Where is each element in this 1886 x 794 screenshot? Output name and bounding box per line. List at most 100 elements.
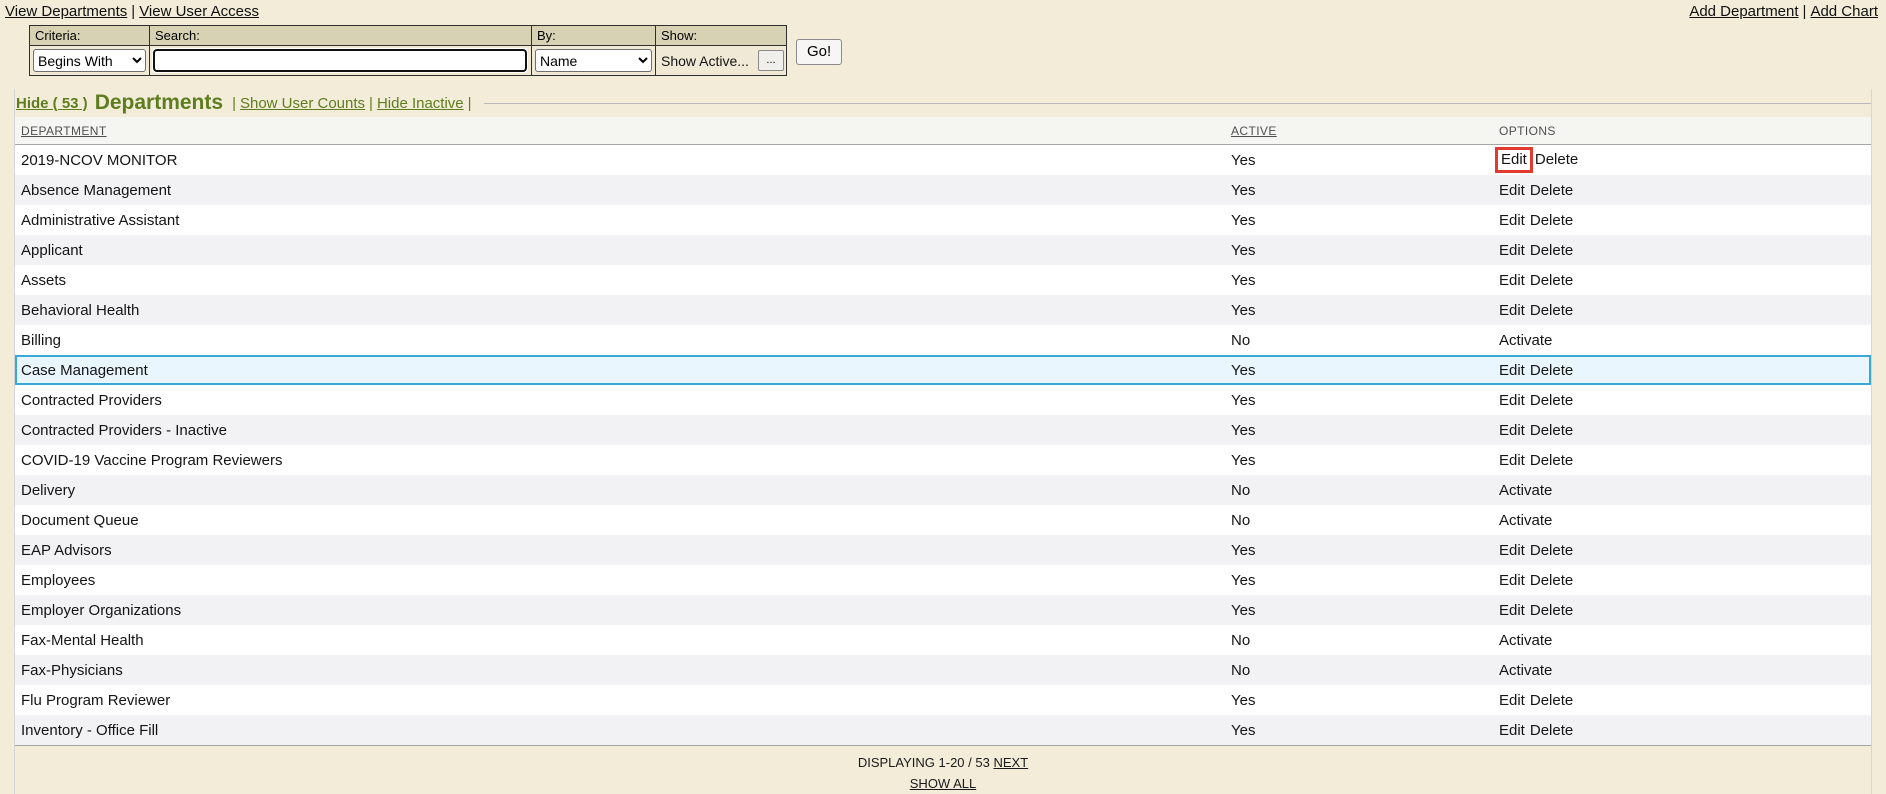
active-cell: No <box>1225 632 1493 649</box>
show-user-counts-link[interactable]: Show User Counts <box>240 95 365 112</box>
delete-link[interactable]: Delete <box>1530 272 1573 289</box>
delete-link[interactable]: Delete <box>1530 302 1573 319</box>
edit-link[interactable]: Edit <box>1499 602 1525 619</box>
options-cell: Activate <box>1493 332 1871 349</box>
options-cell: Activate <box>1493 662 1871 679</box>
delete-link[interactable]: Delete <box>1535 151 1578 168</box>
table-row: Contracted ProvidersYesEditDelete <box>15 385 1871 415</box>
department-cell: 2019-NCOV MONITOR <box>15 152 1225 169</box>
delete-link[interactable]: Delete <box>1530 362 1573 379</box>
table-row: Case ManagementYesEditDelete <box>15 355 1871 385</box>
options-cell: Edit Delete <box>1493 242 1871 259</box>
delete-link[interactable]: Delete <box>1530 722 1573 739</box>
active-cell: Yes <box>1225 392 1493 409</box>
active-cell: No <box>1225 482 1493 499</box>
department-cell: Case Management <box>15 362 1225 379</box>
go-button[interactable]: Go! <box>796 39 842 65</box>
options-cell: Activate <box>1493 512 1871 529</box>
show-all-link[interactable]: SHOW ALL <box>910 776 976 791</box>
delete-link[interactable]: Delete <box>1530 602 1573 619</box>
edit-link[interactable]: Edit <box>1499 182 1525 199</box>
show-filter-value: Show Active... <box>661 53 749 69</box>
options-cell: Edit Delete <box>1493 542 1871 559</box>
edit-link[interactable]: Edit <box>1499 242 1525 259</box>
edit-link[interactable]: Edit <box>1499 542 1525 559</box>
active-cell: Yes <box>1225 692 1493 709</box>
separator: | <box>468 95 472 112</box>
delete-link[interactable]: Delete <box>1530 452 1573 469</box>
table-row: Employer OrganizationsYesEditDelete <box>15 595 1871 625</box>
separator: | <box>1803 3 1807 20</box>
edit-link[interactable]: Edit <box>1499 572 1525 589</box>
view-user-access-link[interactable]: View User Access <box>139 3 259 20</box>
department-cell: Contracted Providers - Inactive <box>15 422 1225 439</box>
separator: | <box>369 95 373 112</box>
edit-link[interactable]: Edit <box>1499 302 1525 319</box>
add-chart-link[interactable]: Add Chart <box>1810 3 1878 20</box>
active-cell: No <box>1225 662 1493 679</box>
edit-link[interactable]: Edit <box>1499 212 1525 229</box>
table-row: Absence ManagementYesEditDelete <box>15 175 1871 205</box>
delete-link[interactable]: Delete <box>1530 182 1573 199</box>
options-cell: Edit Delete <box>1493 182 1871 199</box>
hide-count-link[interactable]: Hide ( 53 ) <box>16 95 88 112</box>
table-row: Flu Program ReviewerYesEditDelete <box>15 685 1871 715</box>
add-department-link[interactable]: Add Department <box>1689 3 1798 20</box>
department-cell: Behavioral Health <box>15 302 1225 319</box>
horizontal-rule <box>484 103 1871 104</box>
column-header-department[interactable]: DEPARTMENT <box>21 124 107 138</box>
active-cell: Yes <box>1225 152 1493 169</box>
department-cell: Delivery <box>15 482 1225 499</box>
activate-link[interactable]: Activate <box>1499 332 1552 349</box>
table-row: Administrative AssistantYesEditDelete <box>15 205 1871 235</box>
search-input[interactable] <box>153 49 527 72</box>
options-cell: Edit Delete <box>1493 692 1871 709</box>
by-select[interactable]: Name <box>535 49 652 72</box>
delete-link[interactable]: Delete <box>1530 212 1573 229</box>
delete-link[interactable]: Delete <box>1530 422 1573 439</box>
next-page-link[interactable]: NEXT <box>993 755 1028 770</box>
activate-link[interactable]: Activate <box>1499 662 1552 679</box>
active-cell: Yes <box>1225 422 1493 439</box>
delete-link[interactable]: Delete <box>1530 242 1573 259</box>
edit-link[interactable]: Edit <box>1499 722 1525 739</box>
table-row: ApplicantYesEditDelete <box>15 235 1871 265</box>
activate-link[interactable]: Activate <box>1499 482 1552 499</box>
section-header: Hide ( 53 ) Departments | Show User Coun… <box>15 89 1871 117</box>
activate-link[interactable]: Activate <box>1499 632 1552 649</box>
edit-link[interactable]: Edit <box>1499 422 1525 439</box>
activate-link[interactable]: Activate <box>1499 512 1552 529</box>
table-row: Document QueueNoActivate <box>15 505 1871 535</box>
department-cell: Administrative Assistant <box>15 212 1225 229</box>
edit-link[interactable]: Edit <box>1499 272 1525 289</box>
options-cell: Activate <box>1493 632 1871 649</box>
options-cell: Edit Delete <box>1493 722 1871 739</box>
delete-link[interactable]: Delete <box>1530 572 1573 589</box>
delete-link[interactable]: Delete <box>1530 392 1573 409</box>
show-filter-picker-button[interactable]: ... <box>758 50 784 71</box>
pagination: DISPLAYING 1-20 / 53 NEXT SHOW ALL <box>15 745 1871 794</box>
options-cell: Edit Delete <box>1493 392 1871 409</box>
edit-link[interactable]: Edit <box>1499 392 1525 409</box>
edit-link[interactable]: Edit <box>1499 452 1525 469</box>
hide-inactive-link[interactable]: Hide Inactive <box>377 95 464 112</box>
edit-link[interactable]: Edit <box>1499 692 1525 709</box>
active-cell: Yes <box>1225 272 1493 289</box>
edit-link[interactable]: Edit <box>1499 362 1525 379</box>
by-cell: Name <box>532 46 656 75</box>
delete-link[interactable]: Delete <box>1530 692 1573 709</box>
separator: | <box>131 3 135 20</box>
options-cell: Edit Delete <box>1493 452 1871 469</box>
column-header-active[interactable]: ACTIVE <box>1231 124 1277 138</box>
criteria-select[interactable]: Begins With <box>33 49 146 72</box>
departments-table-body: 2019-NCOV MONITORYesEditDeleteAbsence Ma… <box>15 145 1871 745</box>
department-cell: Fax-Physicians <box>15 662 1225 679</box>
top-nav: View Departments|View User Access Add De… <box>0 0 1886 20</box>
department-cell: Fax-Mental Health <box>15 632 1225 649</box>
edit-link[interactable]: Edit <box>1501 151 1527 168</box>
table-row: 2019-NCOV MONITORYes Edit Delete <box>15 145 1871 175</box>
view-departments-link[interactable]: View Departments <box>5 3 127 20</box>
table-row: Fax-Mental HealthNo Activate <box>15 625 1871 655</box>
options-cell: Edit Delete <box>1493 272 1871 289</box>
delete-link[interactable]: Delete <box>1530 542 1573 559</box>
